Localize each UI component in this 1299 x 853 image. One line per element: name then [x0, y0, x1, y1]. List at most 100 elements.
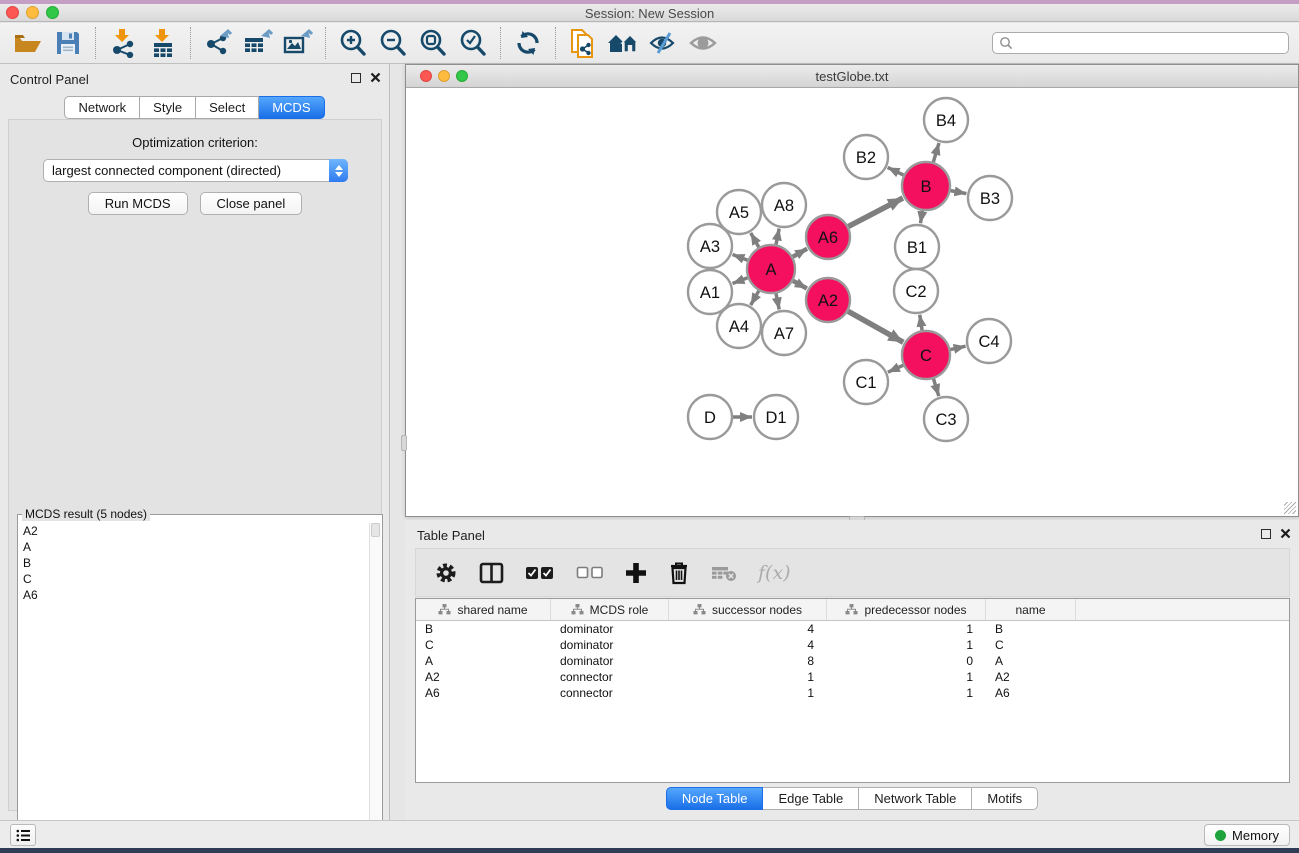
graph-node[interactable]: C2 — [894, 269, 938, 313]
graph-node[interactable]: A6 — [806, 215, 850, 259]
divider-collapse-handle[interactable] — [401, 435, 407, 451]
list-item[interactable]: A — [19, 539, 369, 555]
graph-node[interactable]: A3 — [688, 224, 732, 268]
hide-labels-button[interactable] — [643, 26, 683, 60]
tab-select[interactable]: Select — [196, 96, 259, 119]
show-all-networks-button[interactable] — [603, 26, 643, 60]
create-column-button[interactable] — [625, 562, 647, 584]
graph-edge — [920, 315, 922, 331]
window-resize-grip[interactable] — [1284, 502, 1296, 514]
list-icon — [16, 829, 31, 842]
open-file-button[interactable] — [8, 26, 48, 60]
show-graphics-details-button[interactable] — [683, 26, 723, 60]
list-item[interactable]: C — [19, 571, 369, 587]
close-panel-button[interactable]: Close panel — [200, 192, 303, 215]
graph-node[interactable]: A — [747, 245, 795, 293]
graph-node[interactable]: B2 — [844, 135, 888, 179]
result-scrollbar[interactable] — [369, 523, 381, 850]
column-header-mcds-role[interactable]: MCDS role — [551, 599, 669, 620]
table-settings-button[interactable] — [434, 561, 458, 585]
graph-edge — [934, 379, 939, 396]
deselect-all-columns-button[interactable] — [576, 566, 604, 580]
graph-edge — [733, 255, 748, 261]
column-header-name[interactable]: name — [986, 599, 1076, 620]
zoom-out-button[interactable] — [373, 26, 413, 60]
export-table-button[interactable] — [238, 26, 278, 60]
graph-node[interactable]: B3 — [968, 176, 1012, 220]
node-table[interactable]: shared name MCDS role successor nodes pr… — [415, 598, 1290, 783]
graph-node[interactable]: A8 — [762, 183, 806, 227]
graph-node[interactable]: C1 — [844, 360, 888, 404]
zoom-fit-button[interactable] — [413, 26, 453, 60]
column-header-successor-nodes[interactable]: successor nodes — [669, 599, 827, 620]
graph-node[interactable]: A2 — [806, 278, 850, 322]
zoom-selected-button[interactable] — [453, 26, 493, 60]
import-table-button[interactable] — [143, 26, 183, 60]
table-row[interactable]: Cdominator41C — [416, 637, 1289, 653]
memory-status-icon — [1215, 830, 1226, 841]
network-window-titlebar[interactable]: testGlobe.txt — [406, 65, 1298, 88]
table-row[interactable]: Adominator80A — [416, 653, 1289, 669]
close-panel-icon[interactable] — [1280, 528, 1291, 539]
column-header-shared-name[interactable]: shared name — [416, 599, 551, 620]
network-canvas[interactable]: B4B2BB3A5A8A6A3B1AA1C2A2A4A7C4CC1C3DD1 — [406, 88, 1298, 516]
graph-node[interactable]: D — [688, 395, 732, 439]
graph-node[interactable]: C4 — [967, 319, 1011, 363]
tab-network-table[interactable]: Network Table — [859, 787, 972, 810]
refresh-layout-button[interactable] — [508, 26, 548, 60]
graph-node[interactable]: B — [902, 162, 950, 210]
float-panel-icon[interactable] — [351, 73, 361, 83]
tab-node-table[interactable]: Node Table — [666, 787, 764, 810]
column-header-predecessor-nodes[interactable]: predecessor nodes — [827, 599, 986, 620]
function-builder-button[interactable]: f(x) — [758, 562, 791, 584]
table-row[interactable]: A2connector11A2 — [416, 669, 1289, 685]
float-panel-icon[interactable] — [1261, 529, 1271, 539]
list-item[interactable]: A2 — [19, 523, 369, 539]
search-input[interactable] — [1013, 34, 1282, 52]
window-title: Session: New Session — [0, 6, 1299, 21]
tab-network[interactable]: Network — [64, 96, 140, 119]
show-column-panel-button[interactable] — [479, 561, 504, 585]
tab-mcds[interactable]: MCDS — [259, 96, 324, 119]
graph-node[interactable]: D1 — [754, 395, 798, 439]
graph-node[interactable]: A4 — [717, 304, 761, 348]
list-item[interactable]: B — [19, 555, 369, 571]
graph-edge — [950, 346, 965, 349]
optimization-criterion-select[interactable]: largest connected component (directed) — [43, 159, 348, 182]
delete-table-button[interactable] — [711, 564, 737, 582]
tab-motifs[interactable]: Motifs — [972, 787, 1038, 810]
graph-node-label: B3 — [980, 190, 1000, 208]
graph-node[interactable]: C3 — [924, 397, 968, 441]
list-item[interactable]: A6 — [19, 587, 369, 603]
houses-icon — [606, 30, 640, 56]
graph-node[interactable]: A7 — [762, 311, 806, 355]
graph-edge — [733, 278, 748, 284]
tab-edge-table[interactable]: Edge Table — [763, 787, 859, 810]
import-network-button[interactable] — [103, 26, 143, 60]
graph-node-label: A1 — [700, 284, 720, 302]
export-network-button[interactable] — [198, 26, 238, 60]
clone-network-button[interactable] — [563, 26, 603, 60]
memory-button[interactable]: Memory — [1204, 824, 1290, 846]
delete-column-button[interactable] — [668, 561, 690, 585]
graph-node-label: B2 — [856, 149, 876, 167]
run-mcds-button[interactable]: Run MCDS — [88, 192, 188, 215]
window-titlebar[interactable]: Session: New Session — [0, 4, 1299, 22]
zoom-in-button[interactable] — [333, 26, 373, 60]
save-session-button[interactable] — [48, 26, 88, 60]
optimization-criterion-label: Optimization criterion: — [9, 135, 381, 150]
close-panel-icon[interactable] — [370, 72, 381, 83]
task-history-button[interactable] — [10, 824, 36, 846]
table-row[interactable]: Bdominator41B — [416, 621, 1289, 637]
graph-node[interactable]: C — [902, 331, 950, 379]
tab-style[interactable]: Style — [140, 96, 196, 119]
mcds-result-list[interactable]: A2 A B C A6 — [19, 523, 369, 850]
graph-node[interactable]: B1 — [895, 225, 939, 269]
table-row[interactable]: A6connector11A6 — [416, 685, 1289, 701]
network-view-window[interactable]: testGlobe.txt B4B2BB3A5A8A6A3B1AA1C2A2A4… — [405, 64, 1299, 517]
graph-node-label: A2 — [818, 292, 838, 310]
select-all-columns-button[interactable] — [525, 565, 555, 581]
graph-node[interactable]: B4 — [924, 98, 968, 142]
search-field[interactable] — [992, 32, 1289, 54]
export-image-button[interactable] — [278, 26, 318, 60]
